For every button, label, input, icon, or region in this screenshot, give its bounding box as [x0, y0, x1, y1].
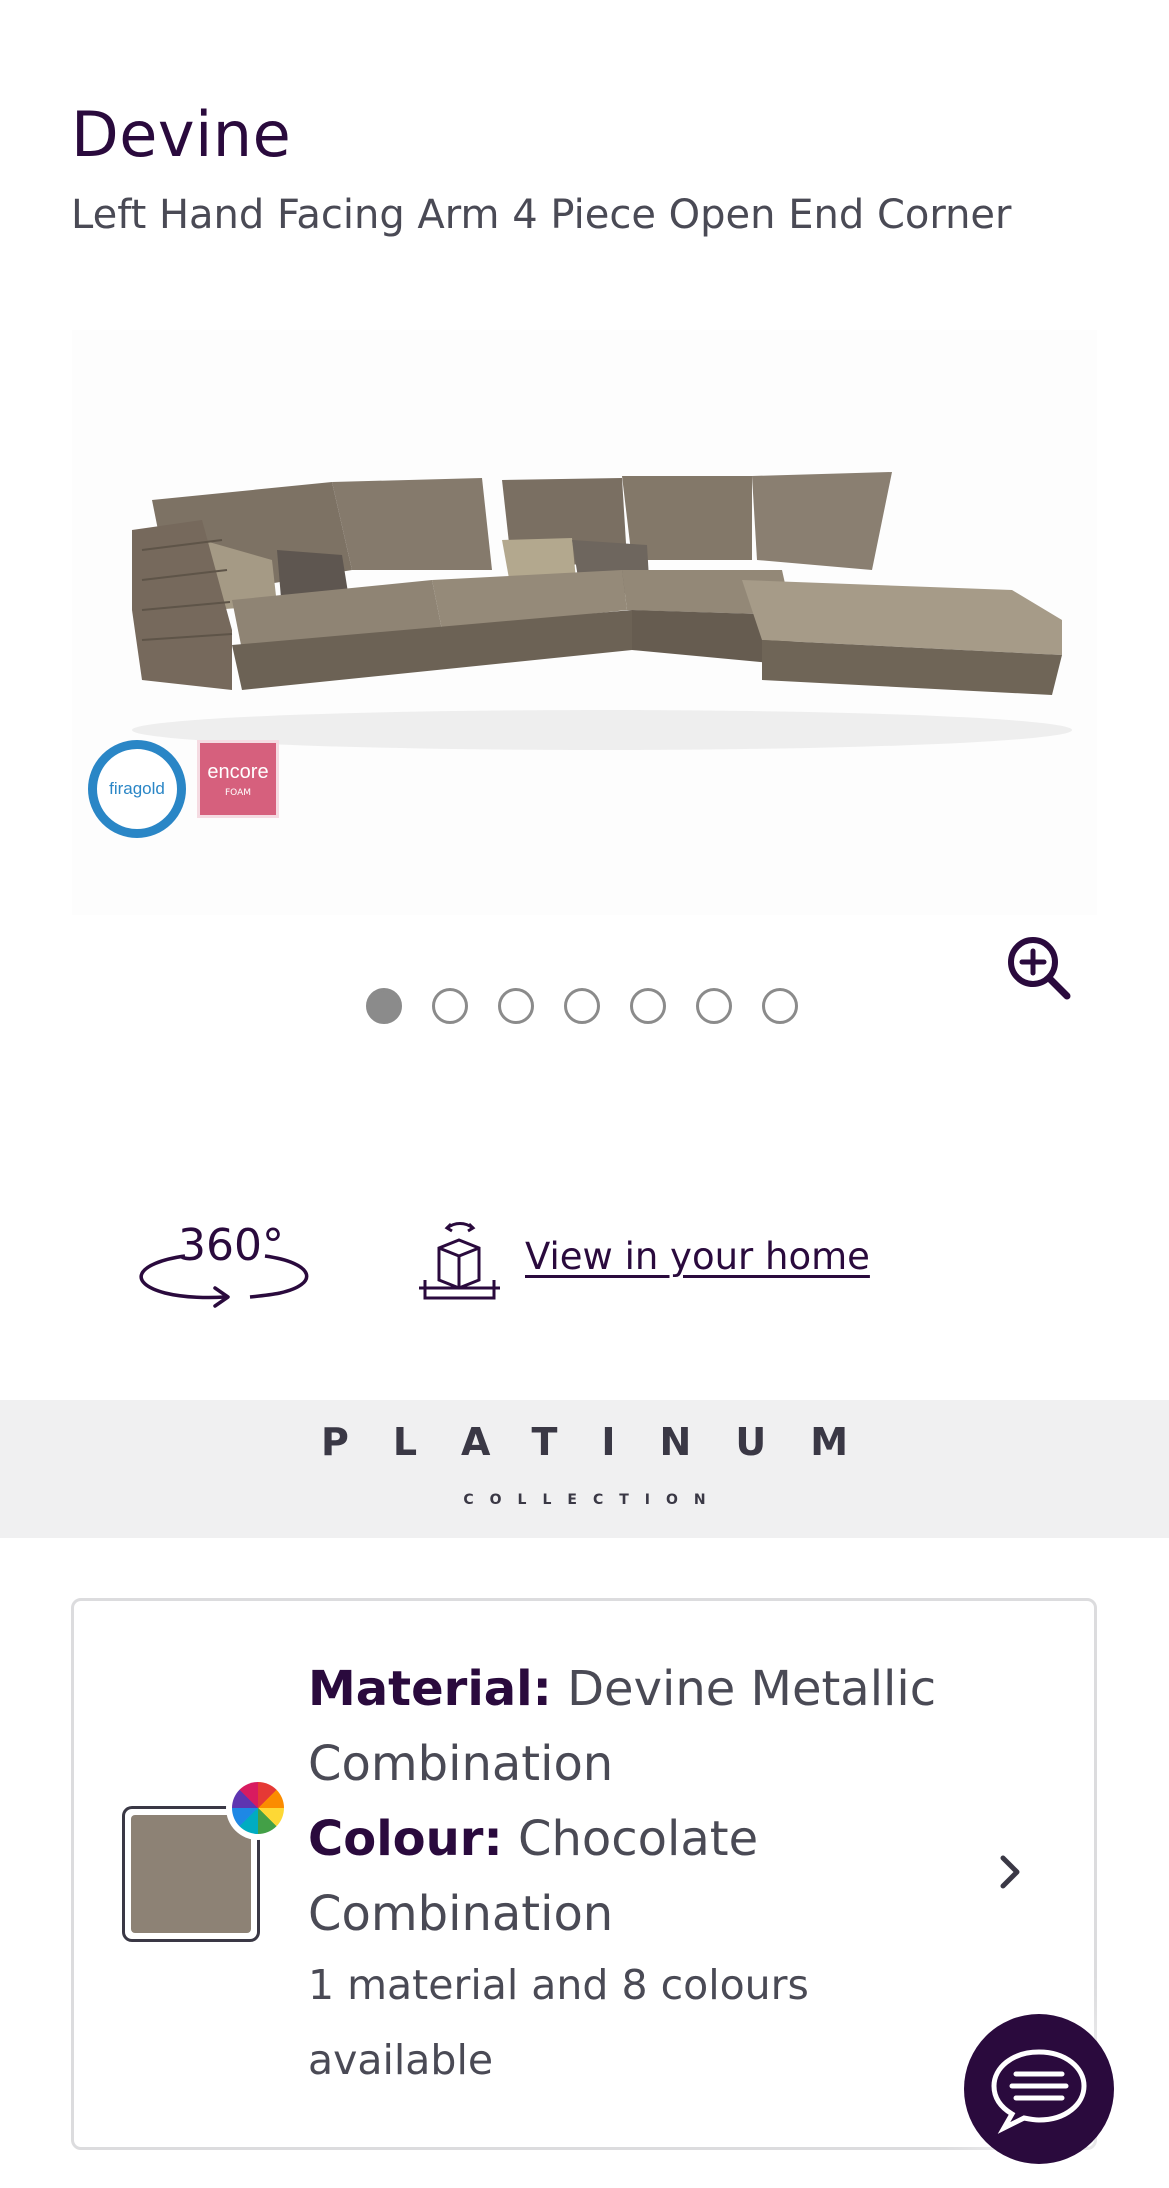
material-label: Material:: [308, 1661, 552, 1717]
encore-badge-text: encore: [207, 760, 269, 783]
colour-label: Colour:: [308, 1811, 503, 1867]
encore-badge: encore FOAM: [197, 740, 279, 818]
collection-brand: PLATINUM: [320, 1420, 893, 1464]
chevron-right-icon[interactable]: [995, 1852, 1025, 1892]
carousel-dot[interactable]: [696, 988, 732, 1024]
firagold-badge: firagold: [88, 740, 186, 838]
swatch-fill: [131, 1815, 251, 1933]
carousel-dot[interactable]: [498, 988, 534, 1024]
zoom-in-icon[interactable]: [1003, 932, 1073, 1002]
chat-bubble-icon: [991, 2049, 1087, 2134]
colour-wheel-icon: [226, 1776, 290, 1840]
carousel-dot[interactable]: [432, 988, 468, 1024]
product-subtitle: Left Hand Facing Arm 4 Piece Open End Co…: [71, 192, 1012, 238]
collection-subtitle: COLLECTION: [463, 1492, 722, 1508]
firagold-badge-text: firagold: [109, 779, 165, 798]
carousel-dot[interactable]: [366, 988, 402, 1024]
view-in-home-link[interactable]: View in your home: [525, 1235, 870, 1278]
view-360-label[interactable]: 360°: [178, 1220, 284, 1271]
sofa-image: [132, 472, 1072, 750]
carousel-dot[interactable]: [564, 988, 600, 1024]
availability-text: 1 material and 8 colours available: [308, 1961, 809, 2084]
carousel-dot[interactable]: [630, 988, 666, 1024]
view-in-home-icon[interactable]: [417, 1218, 502, 1303]
encore-badge-sub: FOAM: [224, 787, 252, 798]
product-title: Devine: [71, 98, 292, 171]
carousel-dots: [366, 988, 798, 1024]
product-image-gallery[interactable]: firagold encore FOAM: [72, 330, 1097, 915]
material-details: Material: Devine Metallic Combination Co…: [308, 1652, 958, 1952]
carousel-dot[interactable]: [762, 988, 798, 1024]
chat-button[interactable]: [964, 2014, 1114, 2164]
